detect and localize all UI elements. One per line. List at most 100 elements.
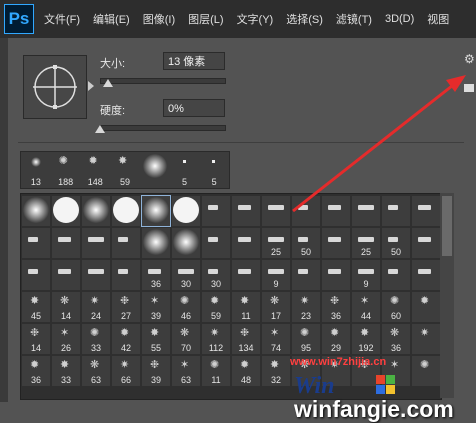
brush-preset-cell[interactable]: ✹ 36 [22,356,50,386]
brush-preset-cell[interactable] [262,196,290,226]
brush-preset-cell[interactable]: ✸ 192 [352,324,380,354]
new-preset-icon[interactable] [464,84,474,92]
brush-preset-cell[interactable] [232,228,260,258]
brush-preset-cell[interactable]: ✷ 66 [112,356,140,386]
brush-preset-cell[interactable] [382,260,410,290]
size-field[interactable]: 13 像素 [163,52,225,70]
brush-preset-cell[interactable]: ✺ 46 [172,292,200,322]
brush-preset-cell[interactable] [112,260,140,290]
brush-preset-cell[interactable] [22,196,50,226]
brush-preset-cell[interactable]: ✶ 63 [172,356,200,386]
brush-preset-cell[interactable]: ❉ 39 [142,356,170,386]
brush-preset-cell[interactable] [82,196,110,226]
brush-preset-cell[interactable] [292,260,320,290]
menu-file[interactable]: 文件(F) [44,11,80,27]
brush-preset-cell[interactable]: 25 [262,228,290,258]
recent-brush-6[interactable]: 5 [170,152,200,188]
brush-preset-cell[interactable]: ✺ 33 [82,324,110,354]
brush-preset-cell[interactable]: 9 [262,260,290,290]
brush-preset-cell[interactable]: ✹ 42 [112,324,140,354]
brush-preset-cell[interactable] [172,196,200,226]
menu-image[interactable]: 图像(I) [143,11,175,27]
brush-preset-cell[interactable]: ❉ 36 [322,292,350,322]
brush-preset-cell[interactable]: 50 [292,228,320,258]
brush-preset-cell[interactable] [112,228,140,258]
brush-preset-cell[interactable] [202,196,230,226]
brush-preset-cell[interactable]: ✷ 23 [292,292,320,322]
brush-preset-cell[interactable]: 30 [172,260,200,290]
brush-preset-cell[interactable] [141,195,171,227]
brush-preset-cell[interactable]: ✶ 74 [262,324,290,354]
brush-preset-cell[interactable]: ✸ 55 [142,324,170,354]
brush-preset-cell[interactable]: ❉ 27 [112,292,140,322]
brush-preset-cell[interactable]: ✸ 33 [52,356,80,386]
brush-angle-preview[interactable] [23,55,87,119]
brush-preset-cell[interactable]: 25 [352,228,380,258]
brush-preset-cell[interactable]: ✺ 95 [292,324,320,354]
brush-preset-cell[interactable]: ✶ 26 [52,324,80,354]
brush-preset-cell[interactable]: ✺ 60 [382,292,410,322]
recent-brush-4[interactable]: ✸ 59 [110,152,140,188]
brush-preset-cell[interactable] [352,196,380,226]
brush-preset-cell[interactable]: ✶ 44 [352,292,380,322]
recent-brush-1[interactable]: 13 [21,152,51,188]
size-slider-thumb[interactable] [103,79,113,87]
brush-preset-cell[interactable]: 50 [382,228,410,258]
brush-preset-cell[interactable] [22,228,50,258]
hardness-slider-thumb[interactable] [95,125,105,133]
recent-brush-7[interactable]: 5 [199,152,229,188]
brush-preset-cell[interactable] [142,228,170,258]
hardness-slider-track[interactable] [100,125,226,131]
brush-preset-cell[interactable]: ❉ 134 [232,324,260,354]
brush-preset-cell[interactable]: ❋ 63 [82,356,110,386]
brush-preset-cell[interactable]: ❋ 36 [382,324,410,354]
brush-preset-cell[interactable]: ✹ 59 [202,292,230,322]
brush-preset-cell[interactable]: ✸ 32 [262,356,290,386]
menu-layer[interactable]: 图层(L) [188,11,223,27]
brush-preset-cell[interactable]: 9 [352,260,380,290]
brush-preset-cell[interactable] [322,228,350,258]
brush-preset-cell[interactable]: ✶ 39 [142,292,170,322]
brush-preset-cell[interactable] [52,260,80,290]
brush-preset-cell[interactable] [52,228,80,258]
brush-preset-cell[interactable]: ✹ 29 [322,324,350,354]
brush-preset-cell[interactable] [82,228,110,258]
menu-select[interactable]: 选择(S) [286,11,323,27]
menu-type[interactable]: 文字(Y) [237,11,274,27]
recent-brush-5[interactable] [140,152,170,188]
brush-preset-cell[interactable]: ✹ [412,292,440,322]
brush-preset-cell[interactable] [412,196,440,226]
brush-preset-cell[interactable] [112,196,140,226]
brush-preset-cell[interactable]: ❋ 70 [172,324,200,354]
menu-view[interactable]: 视图 [427,11,449,27]
brush-preset-cell[interactable]: ❉ 14 [22,324,50,354]
brush-preset-cell[interactable]: ✸ 45 [22,292,50,322]
recent-brush-2[interactable]: ✺ 188 [51,152,81,188]
menu-edit[interactable]: 编辑(E) [93,11,130,27]
menu-3d[interactable]: 3D(D) [385,13,414,25]
brush-preset-cell[interactable]: 36 [142,260,170,290]
brush-preset-cell[interactable] [292,196,320,226]
brush-preset-cell[interactable]: 30 [202,260,230,290]
brush-preset-cell[interactable] [202,228,230,258]
brush-preset-cell[interactable] [172,228,200,258]
brush-preset-cell[interactable]: ✷ 112 [202,324,230,354]
size-slider-track[interactable] [100,78,226,84]
brush-preset-cell[interactable]: ❋ 17 [262,292,290,322]
brush-preset-cell[interactable] [382,196,410,226]
brush-preset-cell[interactable]: ✹ 48 [232,356,260,386]
grid-scrollbar-thumb[interactable] [442,196,452,256]
recent-brush-3[interactable]: ✹ 148 [80,152,110,188]
brush-preset-cell[interactable]: ✷ 24 [82,292,110,322]
brush-preset-cell[interactable] [52,196,80,226]
brush-preset-cell[interactable]: ✸ 11 [232,292,260,322]
brush-preset-cell[interactable]: ✷ [412,324,440,354]
brush-preset-cell[interactable] [322,260,350,290]
brush-preset-cell[interactable] [22,260,50,290]
gear-icon[interactable]: ⚙ [464,52,475,66]
hardness-field[interactable]: 0% [163,99,225,117]
brush-preset-cell[interactable]: ❋ 14 [52,292,80,322]
brush-preset-cell[interactable] [232,196,260,226]
brush-preset-cell[interactable]: ✺ 11 [202,356,230,386]
brush-preset-cell[interactable] [322,196,350,226]
